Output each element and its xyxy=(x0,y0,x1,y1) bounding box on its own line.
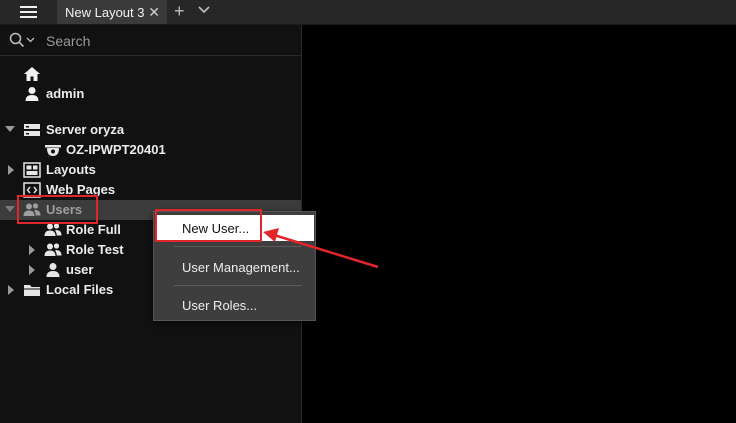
chevron-down-icon[interactable] xyxy=(198,6,210,14)
folder-icon xyxy=(24,285,40,296)
user-icon xyxy=(46,263,60,277)
menu-item-label: User Roles... xyxy=(182,297,258,313)
menu-item-user-roles[interactable]: User Roles... xyxy=(155,292,314,318)
dome-camera-icon xyxy=(45,145,61,156)
annotation-highlight-users xyxy=(17,195,98,224)
tree-item-label: OZ-IPWPT20401 xyxy=(66,142,166,157)
current-user-item[interactable]: admin xyxy=(0,84,301,104)
menu-divider xyxy=(174,285,302,286)
hamburger-icon xyxy=(19,6,37,18)
tree-item-camera[interactable]: OZ-IPWPT20401 xyxy=(0,140,301,160)
add-tab-icon[interactable]: + xyxy=(174,1,185,22)
collapsed-arrow-icon[interactable] xyxy=(8,285,15,295)
search-input[interactable] xyxy=(44,30,288,52)
expanded-arrow-icon[interactable] xyxy=(5,206,15,213)
collapsed-arrow-icon[interactable] xyxy=(8,165,15,175)
collapsed-arrow-icon[interactable] xyxy=(29,265,36,275)
users-icon xyxy=(44,223,62,236)
tree-item-server[interactable]: Server oryza xyxy=(0,120,301,140)
search-icon[interactable] xyxy=(9,32,25,48)
expanded-arrow-icon[interactable] xyxy=(5,126,15,133)
close-icon[interactable]: ✕ xyxy=(148,4,160,21)
tree-item-label: Layouts xyxy=(46,162,96,177)
home-item[interactable] xyxy=(0,64,301,84)
layout-icon xyxy=(23,162,41,178)
collapsed-arrow-icon[interactable] xyxy=(29,245,36,255)
tree-item-label: Role Full xyxy=(66,222,121,237)
tree-item-label: Role Test xyxy=(66,242,124,257)
users-icon xyxy=(44,243,62,256)
chevron-down-icon[interactable] xyxy=(26,37,35,43)
tab-label: New Layout 3 xyxy=(65,4,145,20)
annotation-highlight-new-user xyxy=(155,209,262,242)
tree-item-label: Local Files xyxy=(46,282,114,297)
server-icon xyxy=(24,124,40,136)
tab-new-layout-3[interactable]: New Layout 3 ✕ xyxy=(57,0,167,24)
tab-bar: New Layout 3 ✕ + xyxy=(0,0,736,25)
home-icon xyxy=(24,67,40,81)
current-user-label: admin xyxy=(46,86,85,101)
annotation-arrow-icon xyxy=(263,228,379,269)
search-bar xyxy=(0,25,301,56)
tree-item-label: Server oryza xyxy=(46,122,125,137)
user-icon xyxy=(25,87,39,101)
tree-item-layouts[interactable]: Layouts xyxy=(0,160,301,180)
tree-item-label: user xyxy=(66,262,94,277)
main-menu-button[interactable] xyxy=(0,0,56,24)
